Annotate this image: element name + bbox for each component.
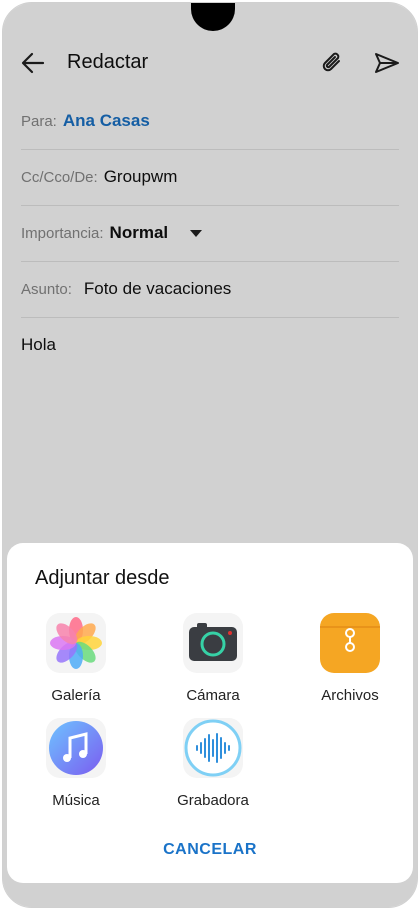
- recorder-option[interactable]: Grabadora: [158, 718, 268, 809]
- recorder-icon: [183, 718, 243, 778]
- camera-icon: [183, 613, 243, 673]
- files-option[interactable]: Archivos: [295, 613, 405, 704]
- gallery-label: Galería: [51, 687, 101, 704]
- camera-label: Cámara: [186, 687, 240, 704]
- music-option[interactable]: Música: [21, 718, 131, 809]
- sheet-title: Adjuntar desde: [35, 567, 170, 589]
- music-label: Música: [52, 792, 100, 809]
- camera-option[interactable]: Cámara: [158, 613, 268, 704]
- files-label: Archivos: [321, 687, 379, 704]
- files-icon: [320, 613, 380, 673]
- music-icon: [46, 718, 106, 778]
- recorder-label: Grabadora: [177, 792, 249, 809]
- attach-sheet: Adjuntar desde Galería Cámara Archivos M…: [7, 543, 413, 883]
- gallery-icon: [46, 613, 106, 673]
- gallery-option[interactable]: Galería: [21, 613, 131, 704]
- cancel-button[interactable]: CANCELAR: [7, 841, 413, 859]
- phone-screen: 100% 10:00 Redactar Para: Ana Casas Cc/C…: [2, 2, 418, 908]
